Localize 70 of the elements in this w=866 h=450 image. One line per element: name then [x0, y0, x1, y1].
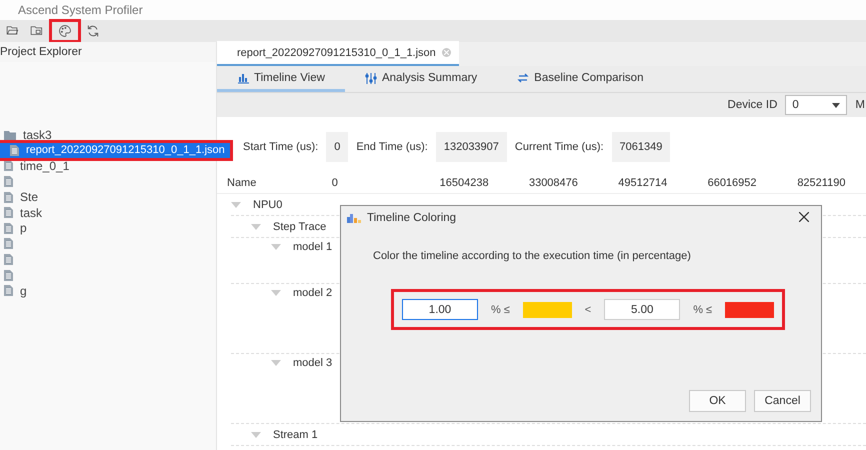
- operator-label: <: [584, 304, 592, 316]
- color-swatch[interactable]: [725, 302, 774, 318]
- window-title: Ascend System Profiler: [18, 3, 143, 17]
- bar-chart-icon: [237, 72, 249, 84]
- bar-chart-icon: [347, 213, 361, 223]
- time-value: 132033907: [436, 132, 507, 162]
- field-label: Current Time (us):: [514, 141, 604, 153]
- file-icon: [4, 207, 13, 218]
- panel-title: Project Explorer: [0, 45, 83, 60]
- threshold-field[interactable]: 1.00: [402, 299, 478, 320]
- expand-arrow-icon[interactable]: [271, 290, 281, 296]
- file-icon: [10, 144, 19, 156]
- dialog-title: Timeline Coloring: [367, 212, 458, 224]
- palette-icon[interactable]: [58, 24, 72, 38]
- tree-item[interactable]: p: [0, 220, 32, 236]
- lane-label: model 3: [293, 357, 332, 369]
- file-icon: [4, 222, 13, 234]
- axis-tick-label: 16504238: [438, 177, 490, 189]
- swap-arrows-icon: [517, 72, 530, 84]
- operator-label: % ≤: [490, 304, 511, 316]
- ok-button[interactable]: OK: [689, 390, 746, 412]
- folder-icon: [4, 130, 16, 140]
- file-icon: [4, 176, 13, 188]
- axis-tick-label: 0: [332, 177, 339, 189]
- file-icon: [4, 160, 13, 172]
- sliders-icon: [364, 72, 377, 84]
- file-icon: [4, 238, 13, 250]
- tree-item[interactable]: task3: [0, 127, 57, 143]
- lane-label: Stream 1: [273, 428, 318, 440]
- file-icon: [4, 192, 13, 203]
- device-dropdown[interactable]: 0: [785, 95, 848, 115]
- field-label: M: [855, 99, 865, 111]
- field-label: Start Time (us):: [243, 141, 318, 153]
- view-tab[interactable]: Baseline Comparison: [497, 66, 664, 92]
- time-value: 0: [326, 132, 348, 162]
- expand-arrow-icon[interactable]: [231, 202, 241, 208]
- operator-label: % ≤: [692, 304, 714, 316]
- file-icon: [4, 270, 13, 281]
- lane-label: NPU0: [253, 198, 282, 210]
- axis-tick-label: 66016952: [706, 177, 758, 189]
- file-icon: [4, 285, 13, 296]
- expand-arrow-icon[interactable]: [251, 432, 261, 438]
- axis-tick-label: 82521190: [796, 177, 846, 189]
- color-swatch[interactable]: [522, 302, 572, 318]
- field-label: End Time (us):: [356, 141, 428, 153]
- cancel-button[interactable]: Cancel: [754, 390, 811, 412]
- close-icon[interactable]: [799, 212, 809, 222]
- tree-item[interactable]: report_20220927091215310_0_1_1.json: [0, 142, 230, 158]
- expand-arrow-icon[interactable]: [271, 360, 281, 366]
- expand-arrow-icon[interactable]: [251, 224, 261, 230]
- dialog-message: Color the timeline according to the execution time (in percentage): [372, 249, 692, 262]
- tree-item[interactable]: task: [0, 204, 48, 221]
- lane-label: model 2: [293, 287, 332, 299]
- editor-tab[interactable]: report_20220927091215310_0_1_1.json: [217, 41, 459, 66]
- column-heading: Name: [226, 177, 258, 189]
- lane-label: Step Trace: [273, 220, 326, 232]
- view-tab[interactable]: Analysis Summary: [344, 66, 498, 92]
- tree-item[interactable]: Ste: [0, 189, 44, 205]
- expand-arrow-icon[interactable]: [271, 244, 281, 250]
- palette-button[interactable]: [52, 22, 78, 40]
- threshold-field[interactable]: 5.00: [604, 299, 680, 320]
- tree-item[interactable]: time_0_1: [0, 158, 74, 174]
- field-label: Device ID: [728, 99, 778, 111]
- file-icon: [4, 254, 13, 266]
- axis-tick-label: 49512714: [617, 177, 668, 189]
- lane-label: model 1: [293, 241, 332, 253]
- time-value: 7061349: [612, 132, 670, 162]
- axis-tick-label: 33008476: [528, 177, 579, 189]
- tree-item[interactable]: g: [0, 282, 32, 299]
- caret-icon: [832, 102, 840, 108]
